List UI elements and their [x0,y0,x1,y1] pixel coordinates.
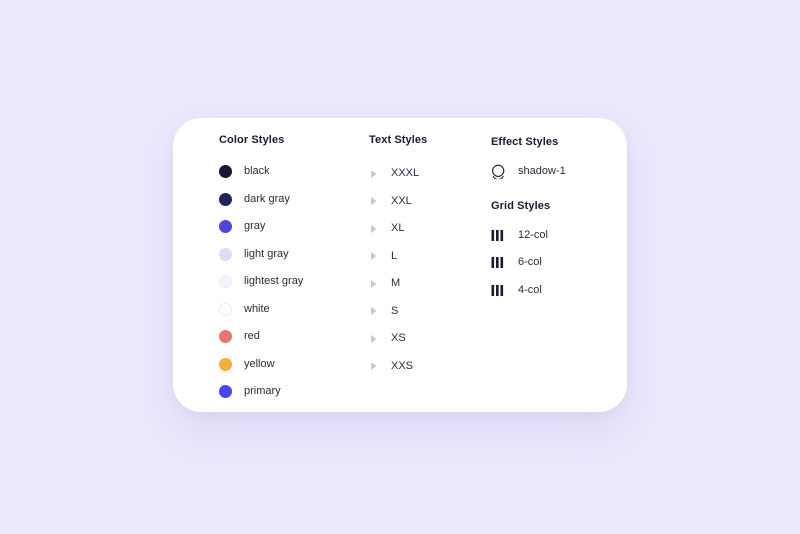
grid-style-row[interactable]: 6-col [491,249,611,277]
text-styles-list: XXXL XXL XL L M S XS XXS [369,160,479,380]
text-style-label: S [391,304,399,317]
grid-columns-icon [491,229,507,242]
color-style-row[interactable]: lightest gray [219,268,359,296]
color-style-label: light gray [244,247,289,260]
grid-style-row[interactable]: 4-col [491,277,611,305]
text-styles-column: Text Styles XXXL XXL XL L M S XS XXS [369,118,479,380]
canvas: Color Styles black dark gray gray light gra… [0,0,800,534]
grid-styles-heading: Grid Styles [491,199,551,212]
color-swatch-icon [219,302,232,316]
text-style-label: XL [391,222,405,235]
color-style-label: gray [244,220,266,233]
caret-right-icon[interactable] [369,334,379,343]
color-swatch-icon [219,247,232,261]
color-styles-heading: Color Styles [219,134,285,146]
color-style-label: lightest gray [244,275,304,288]
effect-and-grid-styles-column: Effect Styles shadow-1 Grid Styles 12-co… [491,118,611,304]
grid-style-label: 12-col [518,228,548,241]
text-styles-heading: Text Styles [369,134,428,146]
color-style-label: yellow [244,357,275,370]
text-style-row[interactable]: XL [369,215,479,243]
color-swatch-icon [219,220,232,234]
color-styles-list: black dark gray gray light gray lightest gra… [219,158,359,406]
caret-right-icon[interactable] [369,224,379,233]
grid-style-label: 4-col [518,283,542,296]
caret-right-icon[interactable] [369,279,379,288]
text-style-label: XS [391,332,406,345]
text-style-label: L [391,249,398,262]
color-swatch-icon [219,385,232,399]
effect-styles-heading: Effect Styles [491,136,559,148]
color-style-row[interactable]: primary [219,378,359,406]
color-swatch-icon [219,165,232,179]
text-style-label: XXS [391,359,414,372]
color-style-label: red [244,330,260,343]
text-style-row[interactable]: XS [369,325,479,353]
effect-styles-list: shadow-1 [491,158,611,186]
text-style-row[interactable]: XXXL [369,160,479,188]
color-style-label: black [244,165,270,178]
caret-right-icon[interactable] [369,169,379,178]
color-swatch-icon [219,192,232,206]
color-style-label: dark gray [244,192,290,205]
styles-panel-card: Color Styles black dark gray gray light gra… [173,118,627,412]
color-style-row[interactable]: yellow [219,351,359,379]
text-style-label: XXXL [391,167,420,180]
color-style-row[interactable]: gray [219,213,359,241]
color-swatch-icon [219,275,232,289]
shadow-circle-icon [491,164,507,180]
color-style-row[interactable]: dark gray [219,186,359,214]
text-style-label: M [391,277,401,290]
color-swatch-icon [219,330,232,344]
effect-style-row[interactable]: shadow-1 [491,158,611,186]
color-style-row[interactable]: red [219,323,359,351]
text-style-row[interactable]: XXL [369,188,479,216]
caret-right-icon[interactable] [369,307,379,316]
grid-style-label: 6-col [518,256,542,269]
effect-style-label: shadow-1 [518,165,566,178]
text-style-row[interactable]: S [369,298,479,326]
text-style-label: XXL [391,194,412,207]
text-style-row[interactable]: L [369,243,479,271]
grid-styles-list: 12-col 6-col 4-col [491,222,611,305]
color-style-row[interactable]: black [219,158,359,186]
color-styles-column: Color Styles black dark gray gray light gra… [219,118,359,406]
grid-style-row[interactable]: 12-col [491,222,611,250]
color-style-row[interactable]: white [219,296,359,324]
caret-right-icon[interactable] [369,252,379,261]
grid-columns-icon [491,256,507,269]
color-style-row[interactable]: light gray [219,241,359,269]
text-style-row[interactable]: XXS [369,353,479,381]
caret-right-icon[interactable] [369,197,379,206]
color-style-label: white [244,302,270,315]
color-swatch-icon [219,357,232,371]
caret-right-icon[interactable] [369,362,379,371]
color-style-label: primary [244,385,281,398]
grid-columns-icon [491,284,507,297]
text-style-row[interactable]: M [369,270,479,298]
